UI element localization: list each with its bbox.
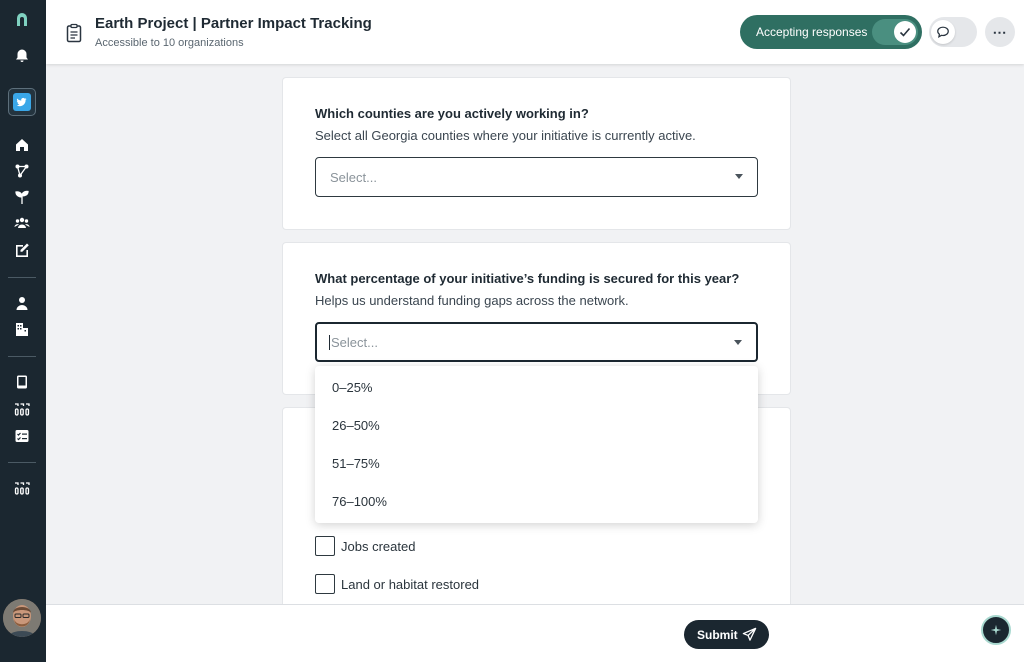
comments-toggle[interactable] [929,17,977,47]
text-cursor [329,334,330,350]
accepting-responses-label: Accepting responses [756,25,868,39]
logo-icon[interactable] [13,11,31,29]
question-card-counties: Which counties are you actively working … [282,77,791,230]
question-title: Which counties are you actively working … [315,106,589,121]
buildings-icon[interactable] [13,320,31,338]
checkbox-label: Land or habitat restored [341,576,480,592]
check-icon [894,21,916,43]
dropdown-option[interactable]: 0–25% [315,368,758,406]
checkbox-row-jobs[interactable]: Jobs created [315,536,415,556]
chart-icon[interactable] [13,479,31,497]
avatar[interactable] [3,599,41,637]
funding-select[interactable]: Select... [315,322,758,362]
question-help-text: Select all Georgia counties where your i… [315,128,696,143]
header: Earth Project | Partner Impact Tracking … [46,0,1024,64]
network-icon[interactable] [13,162,31,180]
send-icon [742,627,757,641]
chevron-down-icon [734,340,742,345]
checkbox[interactable] [315,536,335,556]
sidebar [0,0,46,662]
checklist-icon[interactable] [13,427,31,445]
submit-label: Submit [697,627,738,642]
workspace-icon[interactable] [8,88,36,116]
assistant-button[interactable] [981,615,1011,645]
dropdown-option[interactable]: 26–50% [315,406,758,444]
checkbox-label: Jobs created [341,538,416,554]
footer: Submit [46,604,1024,662]
page-title: Earth Project | Partner Impact Tracking [95,15,372,32]
chart-icon[interactable] [13,400,31,418]
bell-icon[interactable] [13,47,31,65]
funding-dropdown-menu: 0–25% 26–50% 51–75% 76–100% [315,366,758,523]
chevron-down-icon [735,174,743,179]
sidebar-divider [8,462,36,463]
people-icon[interactable] [13,214,31,232]
sparkle-icon [990,624,1002,636]
submit-button[interactable]: Submit [684,620,769,649]
more-options-button[interactable]: ⋯ [985,17,1015,47]
user-icon[interactable] [13,294,31,312]
home-icon[interactable] [13,136,31,154]
counties-select[interactable]: Select... [315,157,758,197]
sidebar-divider [8,277,36,278]
checkbox-row-land[interactable]: Land or habitat restored [315,574,479,594]
sprout-icon[interactable] [13,188,31,206]
toggle-switch[interactable] [872,19,918,45]
select-placeholder: Select... [330,169,377,185]
select-placeholder: Select... [331,334,378,350]
checkbox[interactable] [315,574,335,594]
comment-icon [931,20,955,44]
edit-icon[interactable] [13,241,31,259]
dropdown-option[interactable]: 51–75% [315,444,758,482]
accepting-responses-toggle[interactable]: Accepting responses [740,15,922,49]
tablet-icon[interactable] [13,373,31,391]
page-subtitle: Accessible to 10 organizations [95,37,244,49]
question-help-text: Helps us understand funding gaps across … [315,293,629,308]
sidebar-divider [8,356,36,357]
question-title: What percentage of your initiative’s fun… [315,271,740,286]
clipboard-icon [66,23,82,43]
dropdown-option[interactable]: 76–100% [315,482,758,520]
